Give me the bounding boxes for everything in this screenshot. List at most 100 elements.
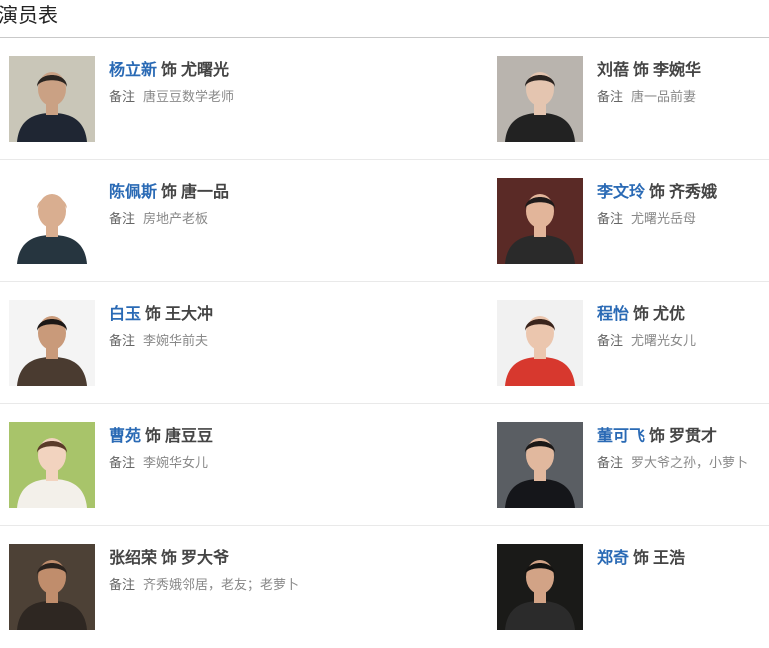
name-line: 程怡饰尤优	[597, 303, 696, 325]
note-line: 备注 李婉华女儿	[109, 455, 213, 473]
name-line: 陈佩斯饰唐一品	[109, 181, 229, 203]
cast-info: 白玉饰王大冲 备注 李婉华前夫	[109, 303, 213, 351]
note-text: 房地产老板	[143, 212, 209, 227]
cast-info: 杨立新饰尤曙光 备注 唐豆豆数学老师	[109, 59, 234, 107]
role-name: 罗大爷	[181, 548, 230, 567]
name-line: 董可飞饰罗贯才	[597, 425, 748, 447]
cast-list: 杨立新饰尤曙光 备注 唐豆豆数学老师 刘蓓饰李婉华 备注 唐一品前妻 陈佩斯 饰…	[0, 38, 769, 648]
actor-photo[interactable]	[9, 56, 95, 142]
note-text: 李婉华前夫	[143, 334, 209, 349]
cast-row: 曹苑饰唐豆豆 备注 李婉华女儿 董可飞饰罗贯才 备注 罗大爷之孙，小萝卜	[0, 404, 769, 526]
cast-item: 杨立新饰尤曙光 备注 唐豆豆数学老师	[9, 56, 479, 142]
role-name: 尤优	[653, 304, 686, 323]
note-text: 李婉华女儿	[143, 456, 209, 471]
note-label: 备注	[597, 456, 624, 471]
name-line: 白玉饰王大冲	[109, 303, 213, 325]
role-separator: 饰	[145, 426, 162, 445]
note-text: 齐秀娥邻居，老友；老萝卜	[143, 578, 300, 593]
note-line: 备注 尤曙光女儿	[597, 333, 696, 351]
section-title: 演员表	[0, 3, 58, 27]
role-separator: 饰	[161, 548, 178, 567]
name-line: 李文玲饰齐秀娥	[597, 181, 717, 203]
actor-photo[interactable]	[497, 544, 583, 630]
note-line: 备注 齐秀娥邻居，老友；老萝卜	[109, 577, 299, 595]
actor-name-link[interactable]: 董可飞	[597, 426, 645, 445]
portrait-graphic	[497, 422, 583, 508]
role-separator: 饰	[633, 548, 650, 567]
actor-name: 刘蓓	[597, 60, 630, 79]
actor-photo[interactable]	[497, 178, 583, 264]
cast-row: 杨立新饰尤曙光 备注 唐豆豆数学老师 刘蓓饰李婉华 备注 唐一品前妻	[0, 38, 769, 160]
cast-info: 陈佩斯饰唐一品 备注 房地产老板	[109, 181, 229, 229]
role-separator: 饰	[161, 60, 178, 79]
portrait-graphic	[497, 544, 583, 630]
cast-info: 刘蓓饰李婉华 备注 唐一品前妻	[597, 59, 701, 107]
cast-item: 刘蓓饰李婉华 备注 唐一品前妻	[497, 56, 769, 142]
note-label: 备注	[109, 578, 136, 593]
role-separator: 饰	[649, 426, 666, 445]
portrait-graphic	[9, 178, 95, 264]
cast-item: 郑奇饰王浩	[497, 544, 769, 630]
cast-item: 张绍荣饰罗大爷 备注 齐秀娥邻居，老友；老萝卜	[9, 544, 479, 630]
note-text: 罗大爷之孙，小萝卜	[631, 456, 749, 471]
note-line: 备注 唐一品前妻	[597, 89, 701, 107]
role-name: 唐一品	[181, 182, 230, 201]
actor-name-link[interactable]: 李文玲	[597, 182, 645, 201]
note-line: 备注 李婉华前夫	[109, 333, 213, 351]
cast-row: 白玉饰王大冲 备注 李婉华前夫 程怡饰尤优 备注 尤曙光女儿	[0, 282, 769, 404]
portrait-graphic	[9, 56, 95, 142]
actor-name-link[interactable]: 郑奇	[597, 548, 629, 567]
name-line: 郑奇饰王浩	[597, 547, 685, 569]
note-text: 唐一品前妻	[631, 90, 697, 105]
note-text: 尤曙光女儿	[631, 334, 697, 349]
portrait-graphic	[497, 300, 583, 386]
name-line: 曹苑饰唐豆豆	[109, 425, 213, 447]
note-label: 备注	[109, 212, 136, 227]
role-name: 尤曙光	[181, 60, 230, 79]
role-name: 罗贯才	[669, 426, 718, 445]
cast-info: 曹苑饰唐豆豆 备注 李婉华女儿	[109, 425, 213, 473]
note-label: 备注	[109, 334, 136, 349]
name-line: 杨立新饰尤曙光	[109, 59, 234, 81]
note-line: 备注 罗大爷之孙，小萝卜	[597, 455, 748, 473]
note-label: 备注	[597, 334, 624, 349]
actor-name-link[interactable]: 陈佩斯	[109, 182, 157, 201]
note-line: 备注 房地产老板	[109, 211, 229, 229]
cast-row: 张绍荣饰罗大爷 备注 齐秀娥邻居，老友；老萝卜 郑奇饰王浩	[0, 526, 769, 648]
name-line: 张绍荣饰罗大爷	[109, 547, 299, 569]
name-line: 刘蓓饰李婉华	[597, 59, 701, 81]
actor-photo[interactable]	[9, 422, 95, 508]
role-name: 李婉华	[653, 60, 702, 79]
cast-row: 陈佩斯饰唐一品 备注 房地产老板 李文玲饰齐秀娥 备注 尤曙光岳母	[0, 160, 769, 282]
cast-item: 李文玲饰齐秀娥 备注 尤曙光岳母	[497, 178, 769, 264]
note-text: 尤曙光岳母	[631, 212, 697, 227]
note-label: 备注	[109, 90, 136, 105]
actor-name-link[interactable]: 曹苑	[109, 426, 141, 445]
portrait-graphic	[9, 544, 95, 630]
cast-item: 白玉饰王大冲 备注 李婉华前夫	[9, 300, 479, 386]
actor-name-link[interactable]: 白玉	[109, 304, 141, 323]
actor-name: 张绍荣	[109, 548, 158, 567]
actor-photo[interactable]	[9, 178, 95, 264]
cast-item: 曹苑饰唐豆豆 备注 李婉华女儿	[9, 422, 479, 508]
actor-name-link[interactable]: 程怡	[597, 304, 629, 323]
actor-photo[interactable]	[9, 544, 95, 630]
portrait-graphic	[497, 178, 583, 264]
note-label: 备注	[597, 90, 624, 105]
cast-info: 程怡饰尤优 备注 尤曙光女儿	[597, 303, 696, 351]
role-name: 王大冲	[165, 304, 214, 323]
cast-item: 陈佩斯饰唐一品 备注 房地产老板	[9, 178, 479, 264]
actor-name-link[interactable]: 杨立新	[109, 60, 157, 79]
role-separator: 饰	[649, 182, 666, 201]
actor-photo[interactable]	[497, 56, 583, 142]
note-label: 备注	[597, 212, 624, 227]
actor-photo[interactable]	[497, 422, 583, 508]
cast-info: 郑奇饰王浩	[597, 547, 685, 569]
role-name: 齐秀娥	[669, 182, 718, 201]
cast-section-header: 演员表	[0, 0, 769, 38]
cast-item: 董可飞饰罗贯才 备注 罗大爷之孙，小萝卜	[497, 422, 769, 508]
note-text: 唐豆豆数学老师	[143, 90, 235, 105]
actor-photo[interactable]	[497, 300, 583, 386]
portrait-graphic	[9, 422, 95, 508]
actor-photo[interactable]	[9, 300, 95, 386]
